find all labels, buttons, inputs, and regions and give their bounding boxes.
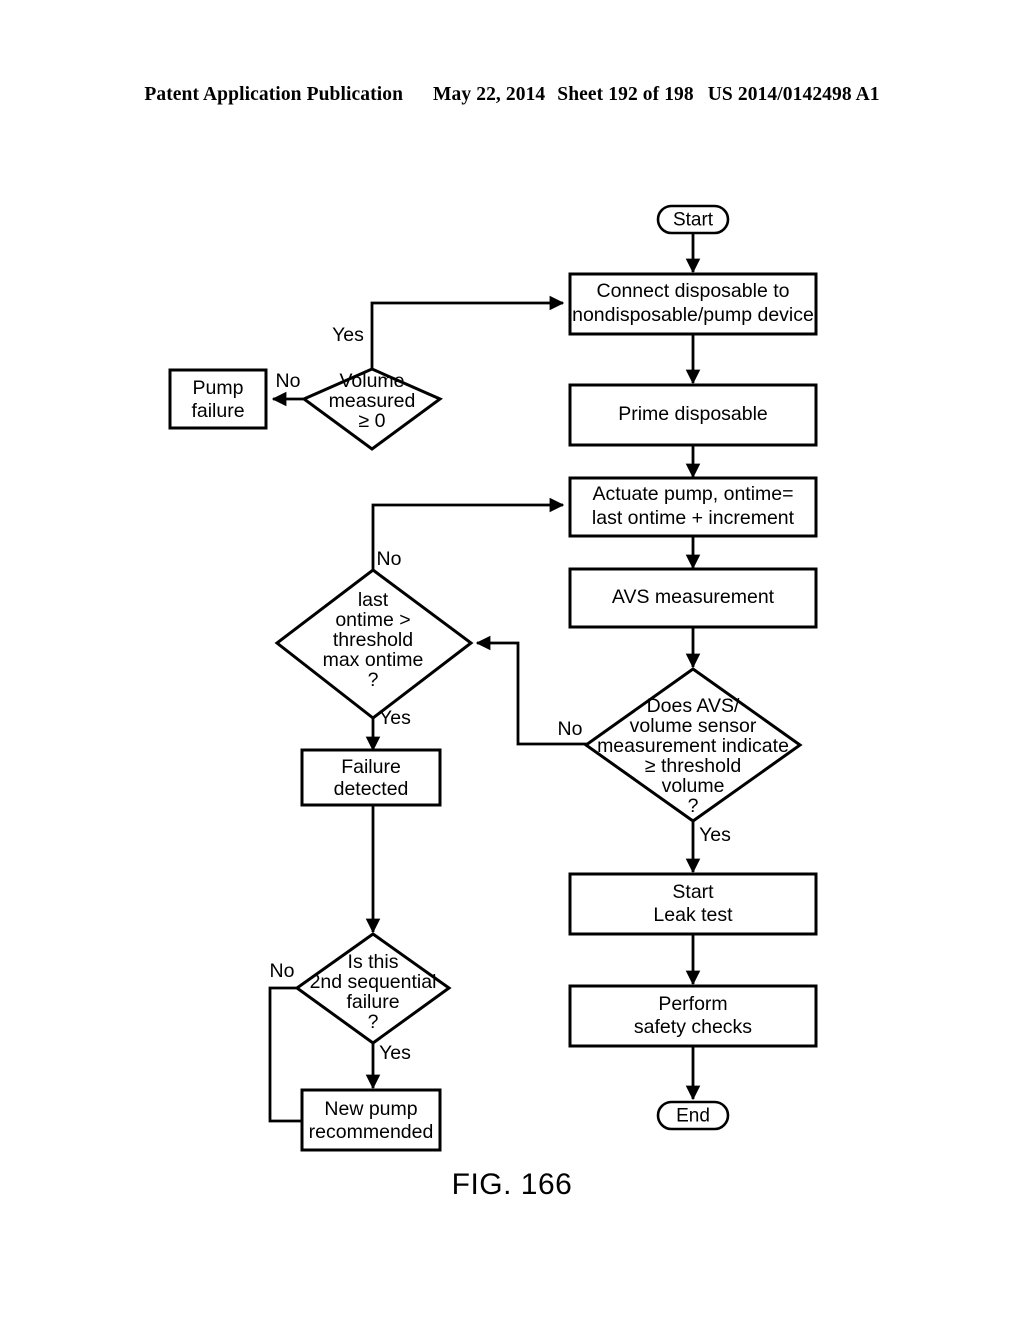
connector-volume-yes-to-connect — [370, 295, 565, 369]
connector-second-no-to-newpump — [268, 986, 303, 1123]
node-avs-decision-line2: volume sensor — [630, 715, 757, 737]
node-volume-decision-line3: ≥ 0 — [359, 410, 386, 432]
node-prime-disposable-label: Prime disposable — [618, 403, 768, 425]
node-safety-checks-line1: Perform — [658, 993, 727, 1015]
edge-label-second-no: No — [270, 960, 295, 982]
node-actuate-pump-line2: last ontime + increment — [592, 507, 795, 529]
node-safety-checks-line2: safety checks — [634, 1016, 752, 1038]
node-actuate-pump-line1: Actuate pump, ontime= — [592, 483, 793, 505]
connector-avs-no-to-ontime-decision — [475, 635, 603, 746]
node-ontime-decision-line3: threshold — [333, 629, 413, 651]
node-avs-measurement-label: AVS measurement — [612, 586, 775, 608]
patent-drawing-page: Patent Application Publication May 22, 20… — [0, 0, 1024, 1320]
node-failure-detected-line2: detected — [334, 778, 409, 800]
edge-label-volume-yes: Yes — [332, 324, 364, 346]
node-leak-test-line2: Leak test — [653, 904, 733, 926]
figure-label: FIG. 166 — [451, 1168, 573, 1201]
node-ontime-decision-line5: ? — [368, 669, 379, 691]
node-new-pump-line1: New pump — [324, 1098, 417, 1120]
node-pump-failure-line1: Pump — [193, 377, 244, 399]
edge-label-volume-no: No — [276, 370, 301, 392]
node-second-failure-line1: Is this — [348, 951, 399, 973]
node-ontime-decision-line4: max ontime — [323, 649, 424, 671]
node-ontime-decision-line2: ontime > — [335, 609, 410, 631]
node-connect-disposable-line2: nondisposable/pump device — [572, 304, 814, 326]
node-new-pump-line2: recommended — [309, 1121, 434, 1143]
node-leak-test-line1: Start — [672, 881, 714, 903]
node-connect-disposable-line1: Connect disposable to — [597, 280, 790, 302]
edge-label-ontime-yes: Yes — [379, 707, 411, 729]
node-second-failure-line4: ? — [368, 1011, 379, 1033]
node-second-failure-line3: failure — [346, 991, 399, 1013]
node-failure-detected-line1: Failure — [341, 756, 401, 778]
node-avs-decision-line6: ? — [688, 795, 699, 817]
node-avs-decision-line4: ≥ threshold — [645, 755, 741, 777]
edge-label-avs-no: No — [558, 718, 583, 740]
edge-label-second-yes: Yes — [379, 1042, 411, 1064]
node-avs-decision-line1: Does AVS/ — [647, 695, 740, 717]
edge-label-avs-yes: Yes — [699, 824, 731, 846]
node-start-label: Start — [673, 210, 714, 231]
node-avs-decision-line3: measurement indicate — [597, 735, 789, 757]
connector-ontime-no-to-actuate — [371, 497, 565, 570]
node-avs-decision-line5: volume — [662, 775, 725, 797]
node-volume-decision-line1: Volume — [339, 370, 404, 392]
node-end-label: End — [676, 1106, 710, 1127]
edge-label-ontime-no: No — [377, 548, 402, 570]
flowchart-diagram: Start Connect disposable to nondisposabl… — [168, 204, 818, 1152]
node-second-failure-line2: 2nd sequential — [310, 971, 437, 993]
node-pump-failure-line2: failure — [191, 400, 244, 422]
node-volume-decision-line2: measured — [329, 390, 416, 412]
node-ontime-decision-line1: last — [358, 589, 389, 611]
